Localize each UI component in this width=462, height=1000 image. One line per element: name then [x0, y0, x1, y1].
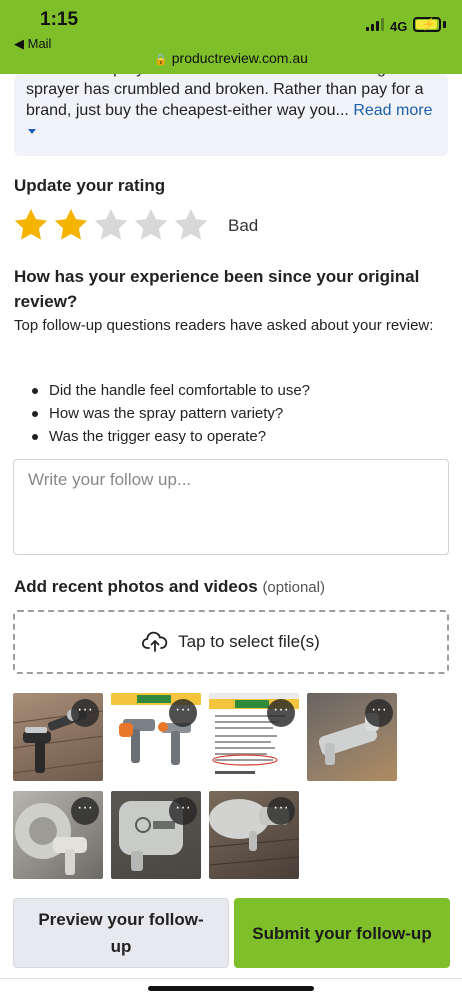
network-label: 4G — [390, 19, 408, 34]
more-options-icon[interactable]: ··· — [169, 699, 197, 727]
photos-heading-text: Add recent photos and videos — [14, 577, 258, 596]
more-options-icon[interactable]: ··· — [71, 699, 99, 727]
question-item: How was the spray pattern variety? — [32, 403, 310, 425]
photo-thumbnail[interactable]: ··· — [307, 693, 397, 781]
optional-label: (optional) — [262, 579, 325, 596]
file-upload-dropzone[interactable]: Tap to select file(s) — [13, 610, 449, 674]
question-item: Did the handle feel comfortable to use? — [32, 380, 310, 402]
photo-thumbnail[interactable]: ··· — [13, 791, 103, 879]
signal-icon — [366, 18, 384, 31]
lock-icon: 🔒 — [154, 54, 168, 66]
more-options-icon[interactable]: ··· — [71, 797, 99, 825]
rating-heading: Update your rating — [14, 176, 166, 195]
followup-questions-list: Did the handle feel comfortable to use? … — [32, 380, 310, 449]
more-options-icon[interactable]: ··· — [267, 797, 295, 825]
rating-label: Bad — [228, 216, 259, 235]
star-rating[interactable] — [12, 206, 210, 246]
read-more-label: Read more — [353, 102, 433, 119]
review-text: Duo Hand Spray Set Purchased 11/23 and t… — [26, 74, 432, 140]
question-item: Was the trigger easy to operate? — [32, 426, 310, 448]
battery-icon: ⚡ — [413, 17, 441, 32]
url-text: productreview.com.au — [171, 50, 308, 66]
star-icon[interactable] — [12, 206, 50, 244]
cloud-upload-icon — [142, 631, 168, 652]
status-bar: 1:15 ◀ Mail 4G ⚡ 🔒 productreview.com.au — [0, 0, 462, 74]
submit-followup-button[interactable]: Submit your follow-up — [234, 898, 450, 968]
more-options-icon[interactable]: ··· — [267, 699, 295, 727]
home-indicator — [148, 986, 314, 991]
upload-label: Tap to select file(s) — [178, 632, 320, 651]
caret-down-icon — [28, 129, 36, 135]
photo-thumbnail[interactable]: ··· — [209, 693, 299, 781]
experience-subtext: Top follow-up questions readers have ask… — [14, 317, 434, 334]
followup-textarea[interactable] — [13, 459, 449, 555]
photo-thumbnail[interactable]: ··· — [13, 693, 103, 781]
divider — [0, 978, 462, 979]
status-time: 1:15 — [40, 9, 79, 30]
preview-followup-button[interactable]: Preview your follow-up — [13, 898, 229, 968]
experience-heading: How has your experience been since your … — [14, 267, 420, 311]
photos-heading: Add recent photos and videos (optional) — [14, 577, 325, 597]
original-review-card: Duo Hand Spray Set Purchased 11/23 and t… — [14, 74, 448, 156]
more-options-icon[interactable]: ··· — [365, 699, 393, 727]
photo-thumbnail[interactable]: ··· — [111, 791, 201, 879]
address-bar[interactable]: 🔒 productreview.com.au — [0, 50, 462, 66]
battery-cap — [443, 21, 446, 28]
star-icon[interactable] — [132, 206, 170, 244]
star-icon[interactable] — [172, 206, 210, 244]
star-icon[interactable] — [92, 206, 130, 244]
more-options-icon[interactable]: ··· — [169, 797, 197, 825]
star-icon[interactable] — [52, 206, 90, 244]
photo-thumbnail[interactable]: ··· — [209, 791, 299, 879]
photo-thumbnail[interactable]: ··· — [111, 693, 201, 781]
